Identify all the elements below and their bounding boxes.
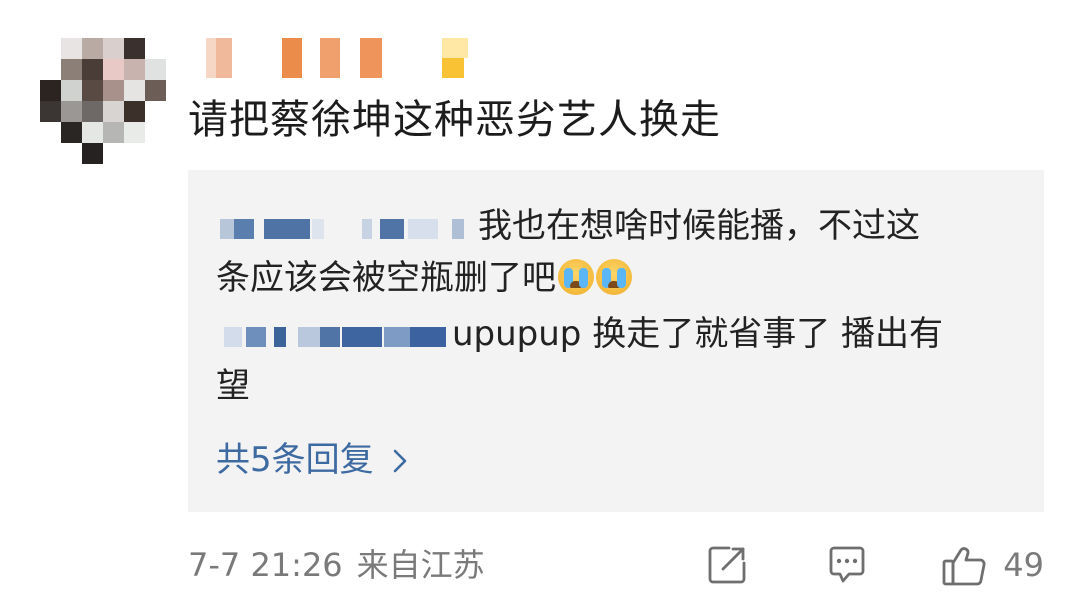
comment-icon <box>825 543 869 587</box>
comment-meta: 7-7 21:26 来自江苏 <box>188 540 485 590</box>
reply-username[interactable] <box>216 319 446 353</box>
more-replies-label: 共5条回复 <box>216 440 374 480</box>
reply-item[interactable]: upupup 换走了就省事了 播出有 望 <box>216 308 1004 412</box>
more-replies-link[interactable]: 共5条回复 <box>216 434 408 486</box>
reply-username[interactable] <box>216 211 472 245</box>
location-source: 来自江苏 <box>356 546 485 584</box>
comment-text: 请把蔡徐坤这种恶劣艺人换走 <box>188 97 721 143</box>
avatar[interactable] <box>40 38 166 164</box>
like-count: 49 <box>1003 546 1044 584</box>
comment-button[interactable] <box>825 543 869 587</box>
reply-item[interactable]: 我也在想啥时候能播，不过这 条应该会被空瓶删了吧 <box>216 200 1004 304</box>
username[interactable] <box>188 38 488 78</box>
crying-face-icon <box>596 259 632 295</box>
crying-face-icon <box>558 259 594 295</box>
reply-text-line: 望 <box>216 366 250 406</box>
comment-actions: 49 <box>705 540 1044 590</box>
reply-text-line: 我也在想啥时候能播，不过这 <box>478 206 920 246</box>
thumbs-up-icon <box>941 542 989 588</box>
reply-text-line: 条应该会被空瓶删了吧 <box>216 258 556 298</box>
reply-panel: 我也在想啥时候能播，不过这 条应该会被空瓶删了吧 upupup 换走了就省事了 … <box>188 170 1044 512</box>
share-icon <box>705 543 749 587</box>
like-button[interactable]: 49 <box>941 542 1044 588</box>
timestamp: 7-7 21:26 <box>188 546 343 584</box>
reply-text-line: upupup 换走了就省事了 播出有 <box>452 314 944 354</box>
chevron-right-icon <box>392 434 408 486</box>
share-button[interactable] <box>705 543 749 587</box>
